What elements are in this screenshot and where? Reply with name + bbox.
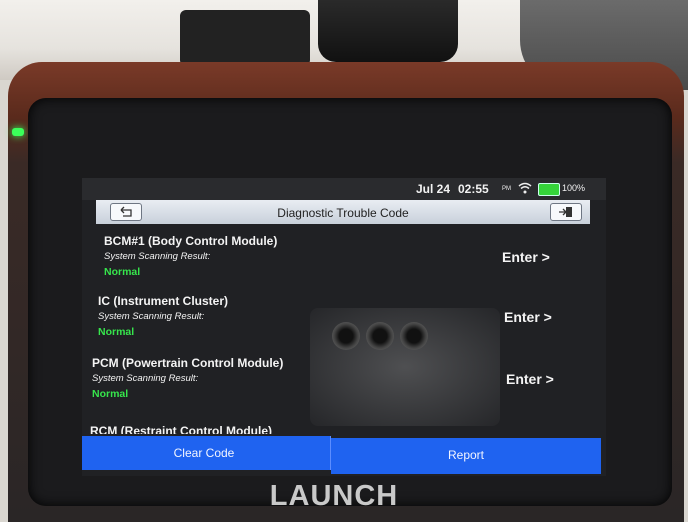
diagnostic-screen: Jul 24 02:55 PM 100% Diagnostic Trouble … [82, 178, 606, 476]
status-normal: Normal [98, 326, 135, 338]
module-row-partial[interactable]: RCM (Restraint Control Module) [90, 424, 390, 434]
scan-result-label: System Scanning Result: [104, 251, 211, 262]
battery-icon [538, 183, 560, 196]
enter-button-bcm[interactable]: Enter > [502, 249, 550, 265]
module-name: PCM (Powertrain Control Module) [92, 356, 284, 370]
status-normal: Normal [92, 388, 129, 400]
scan-result-label: System Scanning Result: [92, 373, 199, 384]
status-time: 02:55 [458, 182, 489, 196]
status-battery-percent: 100% [562, 183, 586, 193]
obd-cable [318, 0, 458, 62]
status-ampm: PM [502, 186, 511, 192]
wifi-icon [518, 182, 532, 194]
action-bar: Clear Code Report [82, 436, 606, 476]
enter-button-ic[interactable]: Enter > [504, 309, 552, 325]
page-title: Diagnostic Trouble Code [277, 206, 409, 220]
enter-button-pcm[interactable]: Enter > [506, 371, 554, 387]
obd-cable-connector [180, 10, 310, 66]
exit-icon [559, 207, 572, 217]
status-date: Jul 24 [416, 182, 451, 196]
report-button[interactable]: Report [331, 438, 601, 474]
module-name: BCM#1 (Body Control Module) [104, 234, 278, 248]
report-label: Report [447, 448, 485, 462]
status-bar: Jul 24 02:55 PM 100% [82, 178, 606, 200]
clear-code-label: Clear Code [173, 446, 235, 460]
exit-button[interactable] [550, 203, 582, 221]
module-row-bcm[interactable]: BCM#1 (Body Control Module) System Scann… [104, 234, 584, 294]
title-bar: Diagnostic Trouble Code [96, 200, 590, 224]
scan-result-label: System Scanning Result: [98, 311, 205, 322]
module-name: IC (Instrument Cluster) [98, 294, 229, 308]
module-row-ic[interactable]: IC (Instrument Cluster) System Scanning … [98, 294, 578, 354]
status-normal: Normal [104, 266, 141, 278]
clear-code-button[interactable]: Clear Code [82, 436, 331, 470]
module-row-pcm[interactable]: PCM (Powertrain Control Module) System S… [92, 356, 572, 416]
device-brand-logo: LAUNCH [269, 480, 399, 512]
power-led-icon [12, 128, 24, 136]
